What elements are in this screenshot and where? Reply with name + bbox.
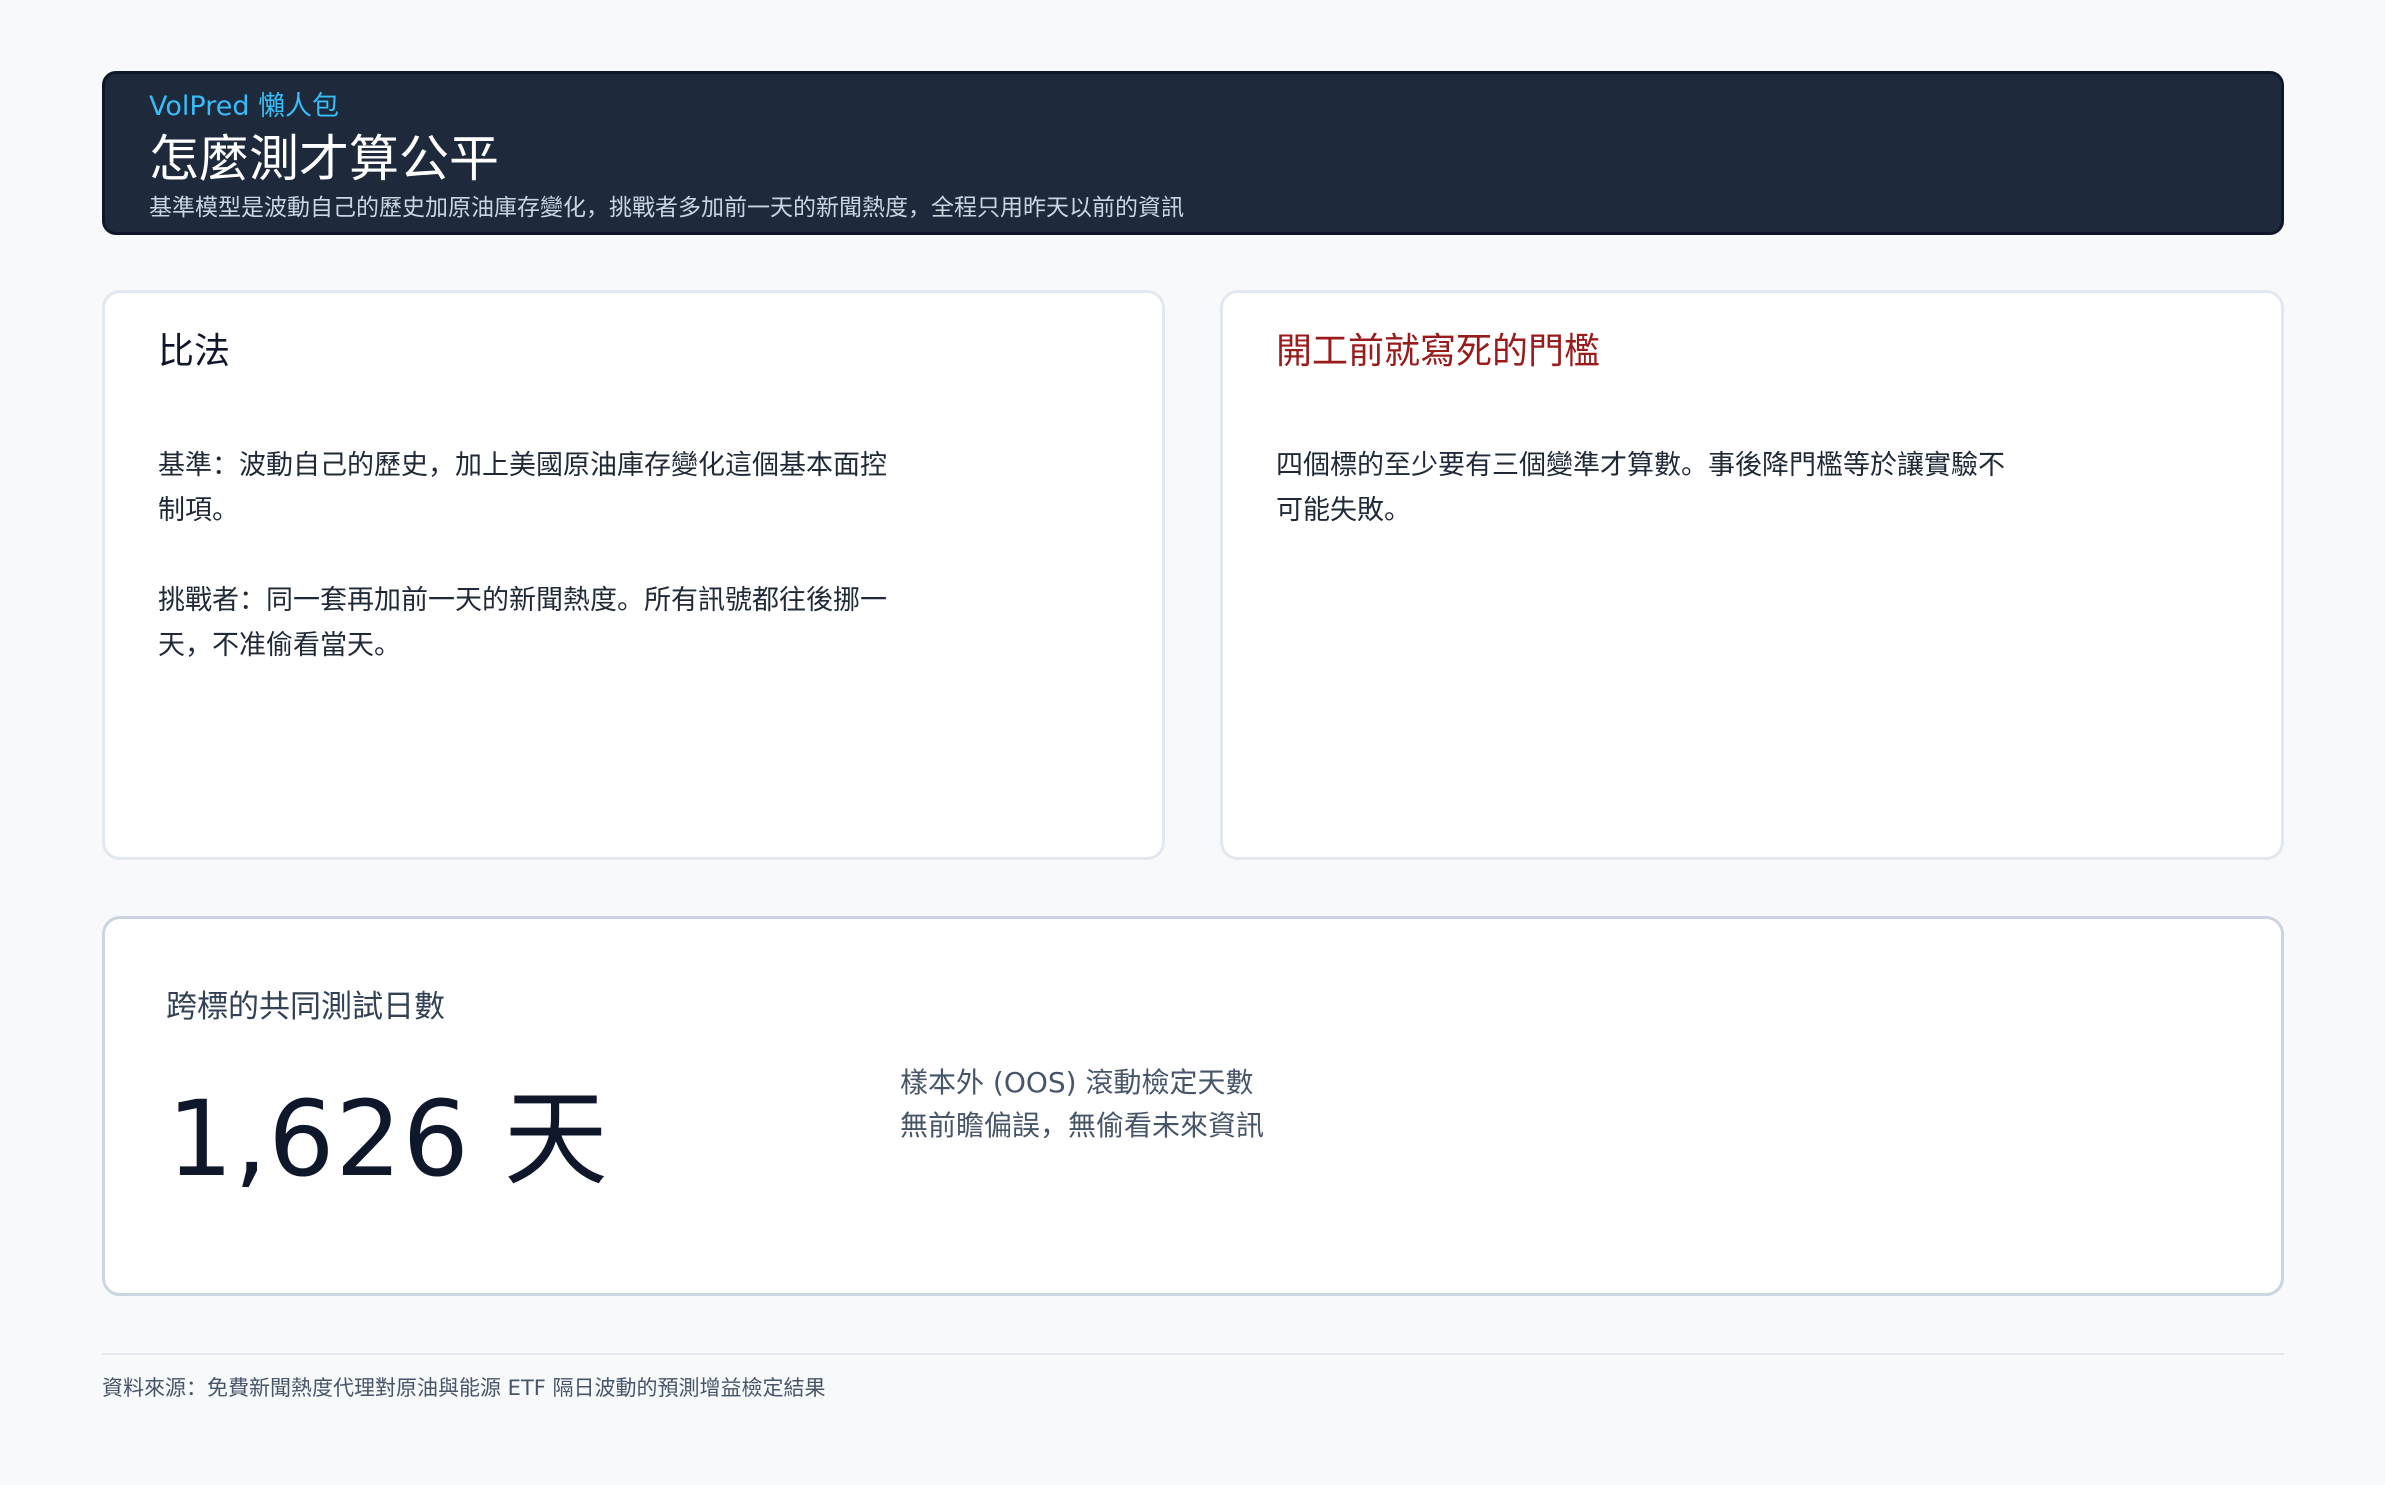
page-subtitle: 基準模型是波動自己的歷史加原油庫存變化，挑戰者多加前一天的新聞熱度，全程只用昨天… [149, 195, 1184, 221]
footer-divider [102, 1353, 2284, 1355]
stat-value: 1,626 天 [167, 1078, 609, 1200]
header-banner: VolPred 懶人包 怎麼測才算公平 基準模型是波動自己的歷史加原油庫存變化，… [102, 71, 2284, 235]
footer-source: 資料來源：免費新聞熱度代理對原油與能源 ETF 隔日波動的預測增益檢定結果 [102, 1376, 826, 1400]
stat-note-line-2: 無前瞻偏誤，無偷看未來資訊 [900, 1109, 1265, 1142]
header-kicker: VolPred 懶人包 [149, 91, 340, 122]
page-title: 怎麼測才算公平 [149, 130, 499, 188]
stat-note-line-1: 樣本外 (OOS) 滾動檢定天數 [900, 1066, 1254, 1099]
stat-label: 跨標的共同測試日數 [166, 989, 445, 1025]
method-card: 比法 基準：波動自己的歷史，加上美國原油庫存變化這個基本面控制項。 挑戰者：同一… [102, 290, 1165, 860]
method-card-body: 基準：波動自己的歷史，加上美國原油庫存變化這個基本面控制項。 挑戰者：同一套再加… [158, 443, 898, 668]
method-card-title: 比法 [158, 331, 231, 372]
threshold-card: 開工前就寫死的門檻 四個標的至少要有三個變準才算數。事後降門檻等於讓實驗不可能失… [1220, 290, 2284, 860]
threshold-text: 四個標的至少要有三個變準才算數。事後降門檻等於讓實驗不可能失敗。 [1276, 450, 2005, 526]
method-challenger-text: 挑戰者：同一套再加前一天的新聞熱度。所有訊號都往後挪一天，不准偷看當天。 [158, 585, 887, 661]
threshold-card-title: 開工前就寫死的門檻 [1276, 331, 1601, 372]
method-baseline-text: 基準：波動自己的歷史，加上美國原油庫存變化這個基本面控制項。 [158, 450, 887, 526]
threshold-card-body: 四個標的至少要有三個變準才算數。事後降門檻等於讓實驗不可能失敗。 [1276, 443, 2016, 533]
stat-note: 樣本外 (OOS) 滾動檢定天數 無前瞻偏誤，無偷看未來資訊 [900, 1061, 1264, 1147]
test-days-stat-card: 跨標的共同測試日數 1,626 天 樣本外 (OOS) 滾動檢定天數 無前瞻偏誤… [102, 916, 2284, 1296]
